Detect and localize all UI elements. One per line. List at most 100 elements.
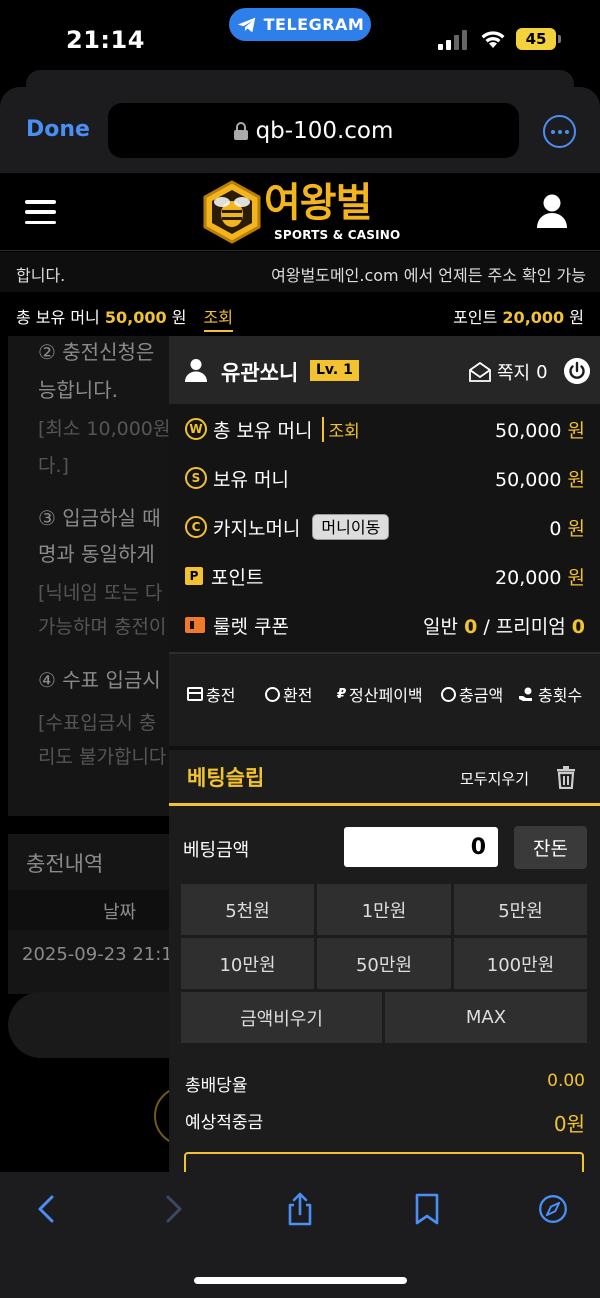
point-row-amount: 20,000 원	[495, 566, 585, 589]
total-money-amount: 50,000 원	[495, 419, 585, 442]
wifi-icon	[481, 31, 505, 48]
total-money-unit: 원	[171, 308, 187, 327]
logout-power-icon[interactable]	[564, 358, 590, 384]
compass-tabs-icon[interactable]	[538, 1192, 568, 1226]
amount-500k-button[interactable]: 50만원	[317, 938, 451, 989]
max-amount-button[interactable]: MAX	[385, 992, 587, 1043]
history-title: 충전내역	[26, 852, 104, 876]
total-money-row: W 총 보유 머니 조회 50,000 원	[185, 414, 585, 444]
point-badge-icon: P	[185, 567, 203, 585]
total-money-value: 50,000	[104, 308, 167, 327]
withdraw-action[interactable]: 환전	[265, 682, 312, 706]
notice-line: 가능하며 충전이	[38, 616, 167, 638]
point-summary: 포인트 20,000 원	[453, 304, 584, 328]
casino-money-row: C 카지노머니 머니이동 0원	[185, 512, 585, 542]
bookmarks-icon[interactable]	[412, 1192, 442, 1226]
held-money-label: 보유 머니	[213, 468, 289, 491]
telegram-banner[interactable]: TELEGRAM	[229, 8, 371, 41]
amount-100k-button[interactable]: 10만원	[181, 938, 314, 989]
notice-line: ③ 입금하실 때	[38, 506, 161, 530]
deposit-amount-action[interactable]: 충금액	[441, 682, 503, 706]
point-unit: 원	[569, 308, 584, 327]
panel-user-header: 유관쏘니 Lv. 1 쪽지 0	[169, 336, 600, 404]
messages-button[interactable]: 쪽지 0	[469, 359, 548, 385]
deposit-count-action[interactable]: 충횟수	[519, 682, 582, 706]
point-row-label: 포인트	[211, 566, 264, 589]
amount-10k-button[interactable]: 1만원	[317, 884, 451, 935]
logo-title: 여왕벌	[264, 180, 372, 226]
lock-icon	[233, 121, 248, 140]
dot-icon	[564, 129, 569, 134]
amount-50k-button[interactable]: 5만원	[454, 884, 587, 935]
trash-icon[interactable]	[556, 765, 576, 789]
dot-icon	[557, 129, 562, 134]
amount-1m-button[interactable]: 100만원	[454, 938, 587, 989]
forward-arrow-icon[interactable]	[158, 1192, 188, 1226]
background-page: ② 충전신청은 능합니다. [최소 10,000원 다.] ③ 입금하실 때 명…	[8, 336, 214, 1172]
notice-ticker: 합니다. 여왕벌도메인.com 에서 언제든 주소 확인 가능	[0, 252, 600, 292]
battery-indicator: 45	[516, 28, 561, 50]
telegram-banner-label: TELEGRAM	[263, 15, 365, 34]
notice-line: [닉네임 또는 다	[38, 582, 163, 604]
total-odds-row: 총배당율 0.00	[185, 1071, 585, 1096]
notice-line: [최소 10,000원	[38, 418, 171, 440]
notice-line: ④ 수표 입금시	[38, 668, 161, 692]
place-bet-button[interactable]	[184, 1152, 584, 1172]
point-row: P 포인트 20,000 원	[185, 561, 585, 591]
back-arrow-icon[interactable]	[32, 1192, 62, 1226]
share-icon[interactable]	[285, 1192, 315, 1226]
amount-5k-button[interactable]: 5천원	[181, 884, 314, 935]
change-button[interactable]: 잔돈	[514, 826, 587, 869]
notice-line: 능합니다.	[38, 378, 118, 402]
total-money-label: 총 보유 머니	[16, 308, 100, 327]
more-options-button[interactable]	[543, 115, 576, 148]
clear-amount-button[interactable]: 금액비우기	[181, 992, 382, 1043]
telegram-icon	[237, 17, 255, 32]
site-logo[interactable]: 여왕벌 SPORTS & CASINO	[202, 180, 402, 246]
held-money-amount: 50,000 원	[495, 468, 585, 491]
address-bar[interactable]: qb-100.com	[108, 103, 519, 158]
history-row: 2025-09-23 21:1	[22, 944, 173, 965]
coupon-icon	[185, 616, 205, 634]
bet-amount-input[interactable]	[344, 827, 498, 867]
user-icon[interactable]	[536, 193, 568, 229]
messages-count: 0	[536, 361, 548, 383]
user-icon	[185, 359, 207, 382]
signal-icon	[438, 30, 467, 50]
roulette-coupon-row: 룰렛 쿠폰 일반 0 / 프리미엄 0	[185, 610, 585, 640]
expected-win-value: 0원	[553, 1112, 585, 1136]
payback-icon: ₽	[337, 686, 347, 702]
done-button[interactable]: Done	[26, 117, 90, 142]
status-bar: 21:14 TELEGRAM 45	[0, 0, 600, 78]
history-col-date: 날짜	[103, 902, 137, 923]
deposit-action[interactable]: 충전	[187, 682, 235, 706]
deposit-history: 충전내역 날짜 2025-09-23 21:1	[8, 834, 178, 994]
money-transfer-button[interactable]: 머니이동	[312, 514, 390, 540]
bet-form: 베팅금액 잔돈 5천원 1만원 5만원 10만원 50만원 100만원 금액비우…	[169, 806, 600, 1172]
payback-action[interactable]: ₽ 정산페이백	[337, 682, 423, 706]
dot-icon	[550, 129, 555, 134]
c-coin-icon: C	[185, 516, 207, 538]
total-odds-value: 0.00	[547, 1071, 585, 1091]
won-coin-icon: W	[185, 418, 207, 440]
history-header: 날짜	[8, 890, 178, 930]
point-value: 20,000	[502, 308, 565, 327]
home-indicator	[194, 1277, 407, 1284]
lookup-link[interactable]: 조회	[203, 308, 233, 332]
clear-all-button[interactable]: 모두지우기	[460, 768, 529, 789]
notice-line: 다.]	[38, 455, 69, 477]
address-text: qb-100.com	[255, 117, 394, 144]
total-money-summary: 총 보유 머니 50,000 원 조회	[16, 304, 233, 332]
ticker-right-text: 여왕벌도메인.com 에서 언제든 주소 확인 가능	[271, 266, 586, 285]
total-money-label: 총 보유 머니	[213, 419, 313, 442]
total-money-lookup[interactable]: 조회	[322, 416, 360, 442]
point-label: 포인트	[453, 308, 498, 327]
bee-logo-icon	[203, 180, 261, 244]
casino-money-amount: 0원	[549, 517, 585, 540]
background-button	[8, 992, 178, 1058]
held-money-row: S 보유 머니 50,000 원	[185, 463, 585, 493]
logo-subtitle: SPORTS & CASINO	[274, 228, 401, 242]
deposit-count-icon	[519, 687, 532, 701]
menu-icon[interactable]	[25, 200, 56, 224]
browser-chrome: Done qb-100.com	[0, 87, 600, 173]
